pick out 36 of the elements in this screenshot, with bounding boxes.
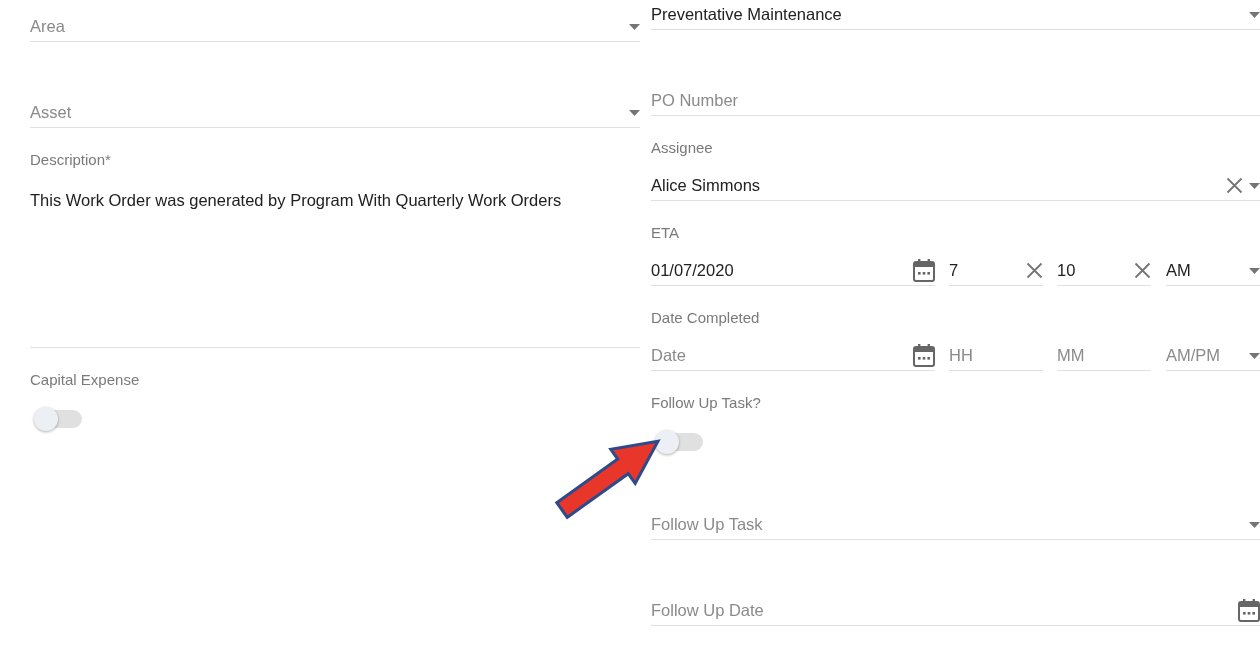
minute-field[interactable]: 10 (1057, 258, 1128, 283)
field-label: Capital Expense (30, 370, 140, 390)
date-field[interactable]: Date (651, 343, 907, 368)
text-field[interactable]: PO Number (651, 88, 1260, 113)
dropdown-field[interactable]: Alice Simmons (651, 173, 1220, 198)
dropdown-caret-icon[interactable] (1249, 182, 1260, 189)
dropdown-field[interactable]: Asset (30, 100, 623, 125)
dropdown-caret-icon[interactable] (629, 109, 640, 116)
minute-field[interactable]: MM (1057, 343, 1151, 368)
dropdown-field[interactable]: AM (1166, 258, 1243, 283)
field-label: Follow Up Task? (651, 393, 761, 413)
dropdown-field[interactable]: Preventative Maintenance (651, 2, 1243, 27)
field-label: Date Completed (651, 308, 760, 328)
field-label: Assignee (651, 138, 713, 158)
dropdown-field[interactable]: Follow Up Task (651, 512, 1243, 537)
dropdown-caret-icon[interactable] (1249, 11, 1260, 18)
date-field[interactable]: 01/07/2020 (651, 258, 907, 283)
dropdown-field[interactable]: Area (30, 14, 623, 39)
hour-field[interactable]: 7 (949, 258, 1020, 283)
clear-icon[interactable] (1134, 262, 1151, 279)
dropdown-field[interactable]: AM/PM (1166, 343, 1243, 368)
field-label: Description* (30, 150, 111, 170)
calendar-icon[interactable] (913, 344, 935, 367)
clear-icon[interactable] (1226, 177, 1243, 194)
calendar-icon[interactable] (1238, 599, 1260, 622)
dropdown-caret-icon[interactable] (629, 23, 640, 30)
clear-icon[interactable] (1026, 262, 1043, 279)
field-label: ETA (651, 223, 680, 243)
toggle-switch[interactable] (36, 407, 82, 431)
dropdown-caret-icon[interactable] (1249, 352, 1260, 359)
hour-field[interactable]: HH (949, 343, 1043, 368)
toggle-switch[interactable] (657, 430, 703, 454)
dropdown-caret-icon[interactable] (1249, 267, 1260, 274)
dropdown-caret-icon[interactable] (1249, 521, 1260, 528)
calendar-icon[interactable] (913, 259, 935, 282)
date-field[interactable]: Follow Up Date (651, 598, 1232, 623)
